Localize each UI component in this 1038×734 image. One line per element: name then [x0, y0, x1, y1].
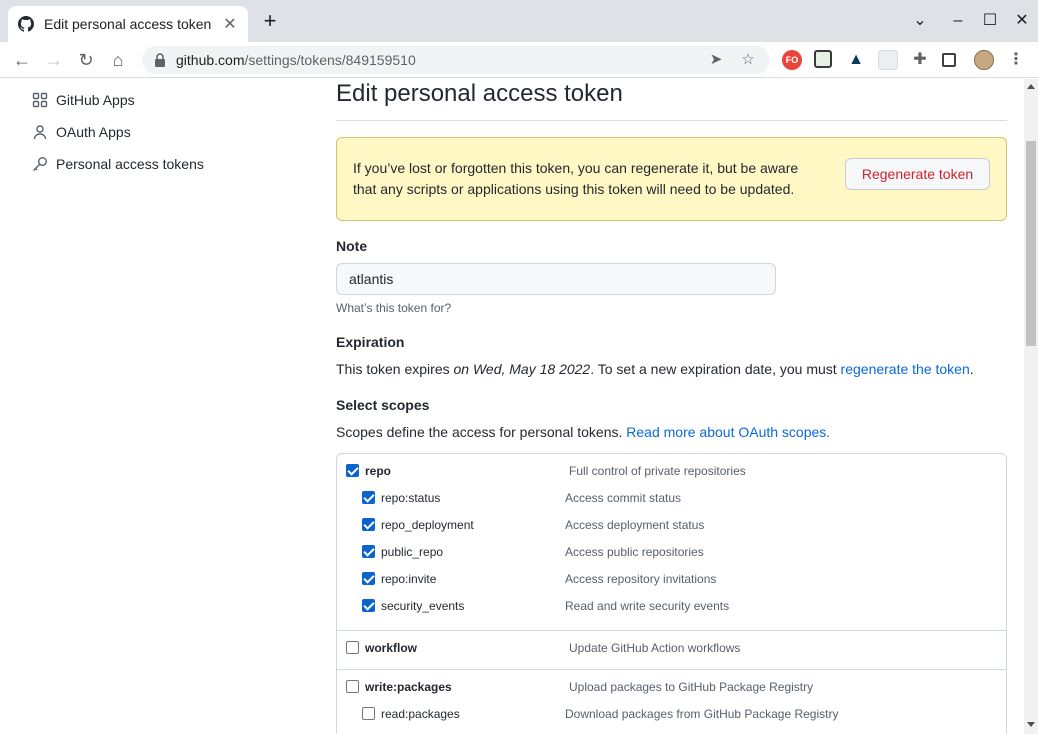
scope-checkbox-repo-invite[interactable]: [362, 572, 375, 585]
tab-search-icon[interactable]: ⌄: [909, 10, 931, 32]
scope-name: read:packages: [381, 707, 460, 721]
sidebar-item-github-apps[interactable]: GitHub Apps: [24, 84, 284, 116]
page-scrollbar[interactable]: [1024, 79, 1038, 734]
sidebar-item-oauth-apps[interactable]: OAuth Apps: [24, 116, 284, 148]
scope-row: security_events Read and write security …: [337, 597, 1006, 624]
flash-message: If you’ve lost or forgotten this token, …: [353, 160, 799, 197]
scope-group-repo: repo Full control of private repositorie…: [337, 454, 1006, 631]
scope-description: Full control of private repositories: [569, 464, 746, 478]
note-input[interactable]: atlantis: [336, 263, 776, 295]
tab-strip: Edit personal access token ✕ + ⌄ – ☐ ✕: [0, 0, 1038, 42]
expiration-text: This token expires on Wed, May 18 2022. …: [336, 361, 974, 377]
tab-close-icon[interactable]: ✕: [222, 14, 238, 34]
expiration-label: Expiration: [336, 334, 405, 350]
minimize-icon[interactable]: –: [947, 10, 969, 32]
scope-description: Access deployment status: [565, 518, 705, 532]
scope-description: Update GitHub Action workflows: [569, 641, 741, 655]
scope-row: repo_deployment Access deployment status: [337, 516, 1006, 543]
triangle-extension-icon[interactable]: ▲: [846, 50, 866, 70]
puzzle-icon[interactable]: ✚: [910, 50, 930, 70]
browser-tab[interactable]: Edit personal access token ✕: [8, 6, 248, 42]
page-title: Edit personal access token: [336, 79, 1007, 121]
lock-icon: [154, 53, 166, 67]
sidebar-item-label: OAuth Apps: [56, 124, 131, 140]
grid-extension-icon[interactable]: [878, 50, 898, 70]
side-panel-icon[interactable]: [942, 53, 956, 67]
select-scopes-label: Select scopes: [336, 397, 430, 413]
scope-row: repo:invite Access repository invitation…: [337, 570, 1006, 597]
oauth-scopes-link[interactable]: Read more about OAuth scopes.: [626, 424, 830, 440]
scope-checkbox-repo-deployment[interactable]: [362, 518, 375, 531]
scrollbar-thumb[interactable]: [1026, 141, 1036, 346]
scope-description: Access commit status: [565, 491, 682, 505]
main-content: Edit personal access token If you’ve los…: [336, 79, 1007, 734]
sidebar-item-personal-access-tokens[interactable]: Personal access tokens: [24, 148, 284, 180]
sidebar-item-label: Personal access tokens: [56, 156, 204, 172]
expiration-date: on Wed, May 18 2022: [453, 361, 591, 377]
scope-checkbox-repo[interactable]: [346, 464, 359, 477]
menu-kebab-icon[interactable]: ⋮: [1006, 50, 1026, 70]
sidebar-item-label: GitHub Apps: [56, 92, 135, 108]
fo-extension-icon[interactable]: FO: [782, 50, 802, 70]
scope-name: write:packages: [365, 680, 452, 694]
regenerate-token-link[interactable]: regenerate the token: [841, 361, 970, 377]
maximize-icon[interactable]: ☐: [979, 10, 1001, 32]
new-tab-icon[interactable]: +: [258, 10, 282, 34]
forward-icon[interactable]: →: [42, 48, 66, 72]
url-text: github.com/settings/tokens/849159510: [176, 52, 416, 68]
scope-description: Upload packages to GitHub Package Regist…: [569, 680, 814, 694]
person-icon: [32, 124, 48, 140]
key-icon: [32, 156, 48, 172]
home-icon[interactable]: ⌂: [106, 48, 130, 72]
reload-icon[interactable]: ↻: [74, 48, 98, 72]
settings-sidebar: GitHub Apps OAuth Apps Personal access t…: [24, 79, 284, 180]
scope-checkbox-security-events[interactable]: [362, 599, 375, 612]
scope-name: public_repo: [381, 545, 444, 559]
scopes-description: Scopes define the access for personal to…: [336, 424, 831, 440]
regenerate-token-button[interactable]: Regenerate token: [845, 158, 990, 190]
scope-row: repo:status Access commit status: [337, 489, 1006, 516]
scope-description: Access repository invitations: [565, 572, 717, 586]
bookmark-star-icon[interactable]: ☆: [738, 50, 758, 70]
scope-description: Read and write security events: [565, 599, 730, 613]
apps-icon: [32, 92, 48, 108]
browser-toolbar: ← → ↻ ⌂ github.com/settings/tokens/84915…: [0, 42, 1038, 78]
extension-icon[interactable]: [814, 50, 832, 68]
warning-flash: If you’ve lost or forgotten this token, …: [336, 137, 1007, 221]
send-icon[interactable]: ➤: [706, 50, 726, 70]
scopes-list: repo Full control of private repositorie…: [336, 453, 1007, 734]
tab-title: Edit personal access token: [44, 16, 212, 32]
address-bar[interactable]: github.com/settings/tokens/849159510 ➤ ☆: [142, 46, 770, 74]
scope-row: public_repo Access public repositories: [337, 543, 1006, 570]
scope-description: Access public repositories: [565, 545, 704, 559]
scroll-up-arrow-icon[interactable]: [1027, 84, 1035, 89]
scope-name: repo_deployment: [381, 518, 474, 532]
page-content: GitHub Apps OAuth Apps Personal access t…: [0, 79, 1024, 734]
scope-description: Download packages from GitHub Package Re…: [565, 707, 839, 721]
scope-checkbox-public-repo[interactable]: [362, 545, 375, 558]
scope-checkbox-write-packages[interactable]: [346, 680, 359, 693]
scope-row: read:packages Download packages from Git…: [337, 705, 1006, 732]
scope-checkbox-repo-status[interactable]: [362, 491, 375, 504]
github-icon: [18, 16, 34, 32]
scope-name: repo:invite: [381, 572, 437, 586]
scope-row: workflow Update GitHub Action workflows: [337, 639, 1006, 666]
scope-group-workflow: workflow Update GitHub Action workflows: [337, 631, 1006, 670]
profile-avatar[interactable]: [974, 50, 994, 70]
scope-name: workflow: [365, 641, 418, 655]
scope-row: write:packages Upload packages to GitHub…: [337, 678, 1006, 705]
scope-name: repo: [365, 464, 392, 478]
back-icon[interactable]: ←: [10, 48, 34, 72]
scope-checkbox-read-packages[interactable]: [362, 707, 375, 720]
scope-row: repo Full control of private repositorie…: [337, 462, 1006, 489]
note-label: Note: [336, 238, 368, 254]
scroll-down-arrow-icon[interactable]: [1027, 722, 1035, 727]
scope-name: repo:status: [381, 491, 441, 505]
scope-checkbox-workflow[interactable]: [346, 641, 359, 654]
note-hint: What’s this token for?: [336, 301, 452, 315]
scope-name: security_events: [381, 599, 465, 613]
close-window-icon[interactable]: ✕: [1011, 10, 1033, 32]
scope-group-write-packages: write:packages Upload packages to GitHub…: [337, 670, 1006, 734]
